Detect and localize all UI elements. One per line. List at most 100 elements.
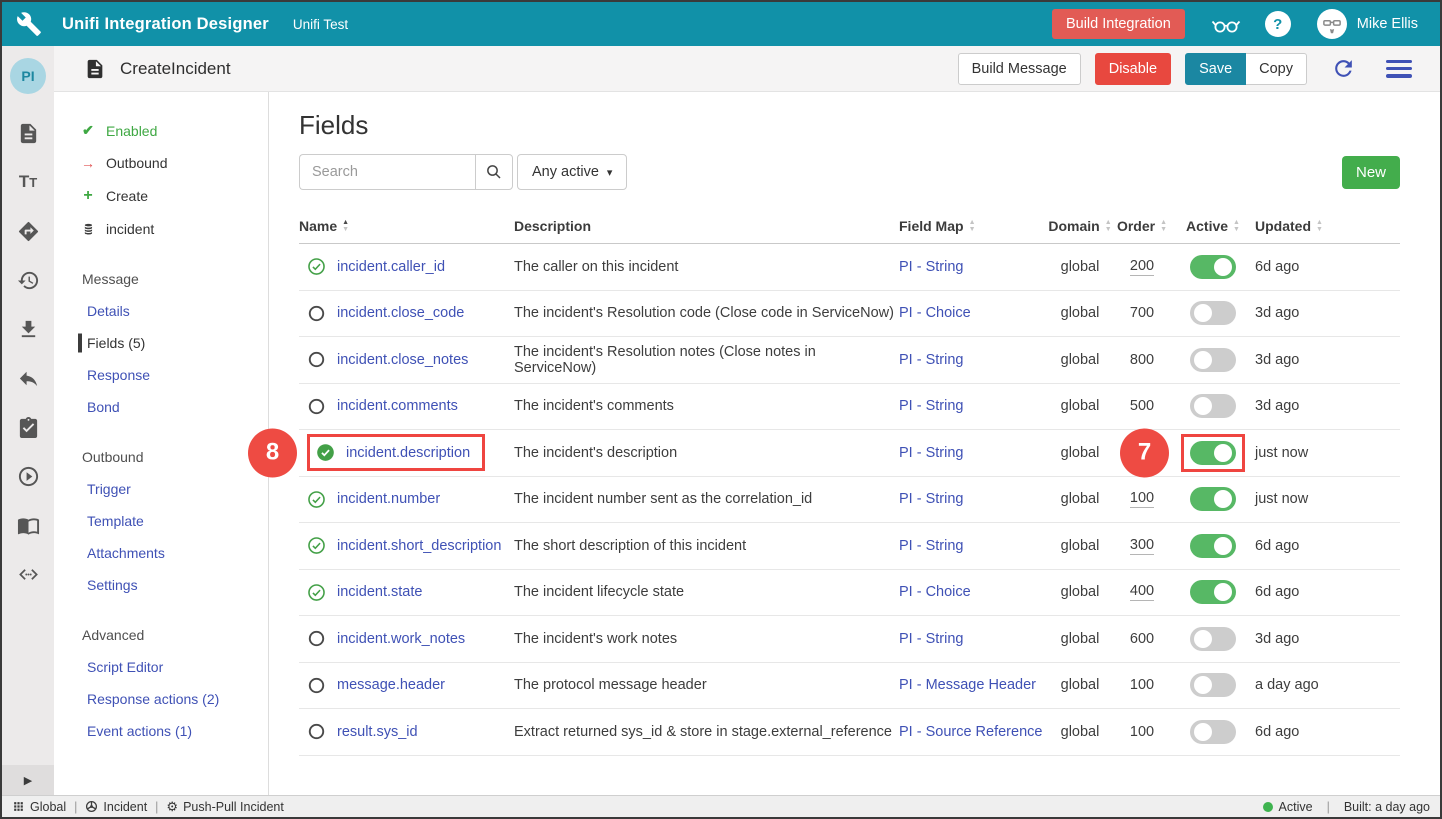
column-header-field-map[interactable]: Field Map▲▼ [899, 212, 1047, 240]
field-updated: 6d ago [1255, 584, 1400, 600]
file-icon[interactable] [15, 120, 41, 146]
user-menu[interactable]: Mike Ellis [1317, 9, 1418, 39]
field-name-link[interactable]: incident.description [346, 445, 470, 461]
nav-link-response-actions-2-[interactable]: Response actions (2) [54, 683, 268, 715]
menu-icon[interactable] [1386, 60, 1412, 78]
statusbar-item-global[interactable]: Global [12, 800, 66, 814]
save-button[interactable]: Save [1185, 53, 1246, 85]
field-map-link[interactable]: PI - Choice [899, 584, 971, 600]
active-toggle[interactable] [1190, 580, 1236, 604]
code-icon[interactable] [15, 561, 41, 587]
environment-name[interactable]: Unifi Test [293, 17, 348, 32]
nav-link-event-actions-1-[interactable]: Event actions (1) [54, 715, 268, 747]
refresh-icon[interactable] [1331, 56, 1356, 81]
field-order[interactable]: 100 [1130, 490, 1154, 508]
copy-button[interactable]: Copy [1246, 53, 1307, 85]
field-name-link[interactable]: result.sys_id [337, 724, 418, 740]
statusbar-item-push-pull-incident[interactable]: ⚙Push-Pull Incident [166, 799, 283, 815]
nav-link-details[interactable]: Details [54, 295, 268, 327]
nav-link-fields-5-[interactable]: Fields (5) [54, 327, 268, 359]
field-order: 800 [1130, 352, 1154, 368]
active-toggle[interactable] [1190, 441, 1236, 465]
wrench-icon[interactable] [16, 11, 42, 37]
active-toggle[interactable] [1190, 394, 1236, 418]
column-header-description: Description [514, 212, 899, 240]
active-toggle[interactable] [1190, 255, 1236, 279]
column-header-name[interactable]: Name▲▼ [299, 212, 514, 240]
active-toggle[interactable] [1190, 720, 1236, 744]
nav-item-incident[interactable]: incident [54, 213, 268, 245]
nav-link-response[interactable]: Response [54, 359, 268, 391]
field-name-link[interactable]: incident.number [337, 491, 440, 507]
active-toggle[interactable] [1190, 348, 1236, 372]
field-map-link[interactable]: PI - Message Header [899, 677, 1036, 693]
disable-button[interactable]: Disable [1095, 53, 1171, 85]
field-map-link[interactable]: PI - String [899, 491, 963, 507]
help-icon[interactable]: ? [1265, 11, 1291, 37]
field-name-link[interactable]: message.header [337, 677, 445, 693]
column-header-order[interactable]: Order▲▼ [1113, 212, 1171, 240]
active-filter-dropdown[interactable]: Any active ▾ [517, 154, 627, 190]
nav-link-trigger[interactable]: Trigger [54, 473, 268, 505]
field-updated: 3d ago [1255, 398, 1400, 414]
nav-link-template[interactable]: Template [54, 505, 268, 537]
active-toggle[interactable] [1190, 534, 1236, 558]
nav-link-settings[interactable]: Settings [54, 569, 268, 601]
field-domain: global [1047, 445, 1113, 461]
field-order[interactable]: 400 [1130, 583, 1154, 601]
nav-link-bond[interactable]: Bond [54, 391, 268, 423]
build-integration-button[interactable]: Build Integration [1052, 9, 1185, 39]
column-header-active[interactable]: Active▲▼ [1171, 212, 1255, 240]
search-button[interactable] [475, 154, 513, 190]
nav-item-create[interactable]: +Create [54, 179, 268, 213]
field-name-link[interactable]: incident.caller_id [337, 259, 445, 275]
nav-link-attachments[interactable]: Attachments [54, 537, 268, 569]
column-header-domain[interactable]: Domain▲▼ [1047, 212, 1113, 240]
column-header-updated[interactable]: Updated▲▼ [1255, 212, 1400, 240]
field-name-link[interactable]: incident.close_notes [337, 352, 468, 368]
field-name-link[interactable]: incident.work_notes [337, 631, 465, 647]
directions-icon[interactable] [15, 218, 41, 244]
nav-item-enabled[interactable]: ✔Enabled [54, 114, 268, 147]
text-format-icon[interactable]: TT [15, 169, 41, 195]
active-toggle[interactable] [1190, 627, 1236, 651]
preview-glasses-icon[interactable] [1211, 11, 1241, 37]
documentation-icon[interactable] [15, 512, 41, 538]
field-map-link[interactable]: PI - String [899, 259, 963, 275]
field-name-link[interactable]: incident.comments [337, 398, 458, 414]
nav-item-outbound[interactable]: →Outbound [54, 147, 268, 179]
active-toggle[interactable] [1190, 301, 1236, 325]
download-icon[interactable] [15, 316, 41, 342]
nav-link-script-editor[interactable]: Script Editor [54, 651, 268, 683]
field-inactive-circle-icon [307, 350, 326, 369]
reply-icon[interactable] [15, 365, 41, 391]
field-description: The incident's description [514, 445, 899, 461]
field-description: The incident's comments [514, 398, 899, 414]
field-name-link[interactable]: incident.state [337, 584, 422, 600]
history-icon[interactable] [15, 267, 41, 293]
field-map-link[interactable]: PI - String [899, 631, 963, 647]
field-updated: just now [1255, 491, 1400, 507]
field-name-link[interactable]: incident.short_description [337, 538, 501, 554]
integration-avatar[interactable]: PI [10, 58, 46, 94]
new-field-button[interactable]: New [1342, 156, 1400, 189]
field-map-link[interactable]: PI - String [899, 445, 963, 461]
field-map-link[interactable]: PI - String [899, 352, 963, 368]
search-input[interactable] [299, 154, 475, 190]
active-toggle[interactable] [1190, 487, 1236, 511]
field-map-link[interactable]: PI - String [899, 538, 963, 554]
field-map-link[interactable]: PI - String [899, 398, 963, 414]
tasks-icon[interactable] [15, 414, 41, 440]
statusbar-item-incident[interactable]: Incident [85, 800, 147, 814]
field-map-link[interactable]: PI - Source Reference [899, 724, 1042, 740]
field-order[interactable]: 200 [1130, 258, 1154, 276]
document-toolbar: CreateIncident Build Message Disable Sav… [54, 46, 1440, 92]
field-order[interactable]: 300 [1130, 537, 1154, 555]
build-message-button[interactable]: Build Message [958, 53, 1081, 85]
field-map-link[interactable]: PI - Choice [899, 305, 971, 321]
expand-sidebar-button[interactable]: ▶ [2, 765, 54, 795]
page-title: Fields [299, 110, 1400, 141]
field-name-link[interactable]: incident.close_code [337, 305, 464, 321]
play-icon[interactable] [15, 463, 41, 489]
active-toggle[interactable] [1190, 673, 1236, 697]
